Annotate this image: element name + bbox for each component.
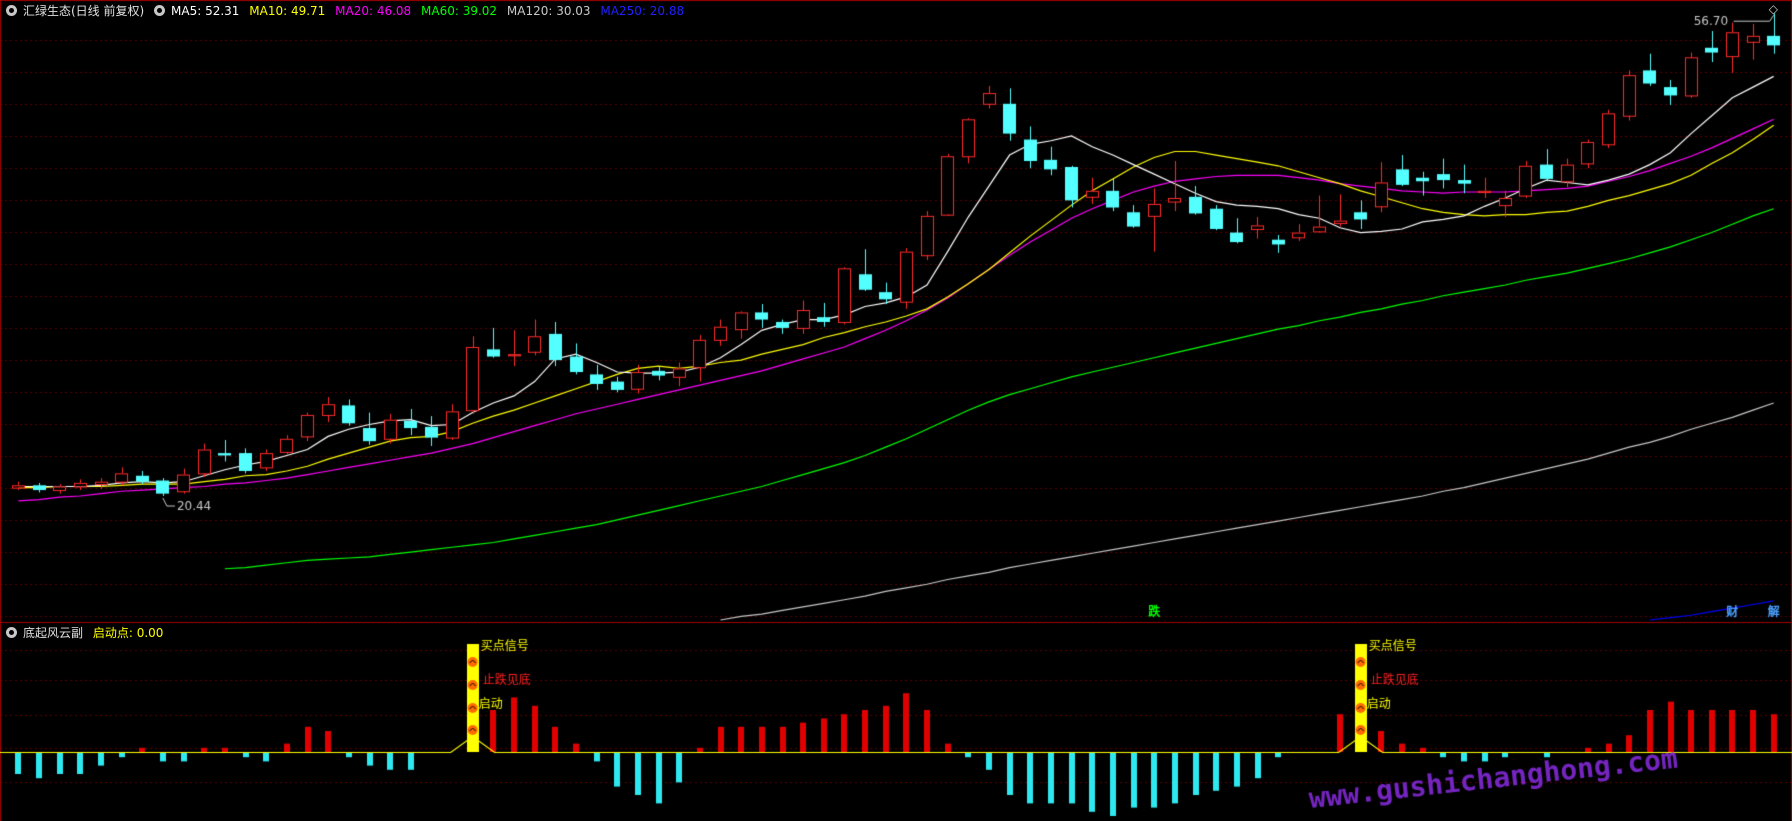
sub-chart-legend: 底起风云副 启动点: 0.00 (6, 626, 169, 640)
settings-gear-icon[interactable] (6, 5, 17, 16)
indicator-title: 底起风云副 (23, 626, 84, 640)
ma5-label: MA5: 52.31 (171, 4, 240, 18)
stock-chart-canvas[interactable] (0, 0, 1792, 821)
indicator-value: 启动点: 0.00 (92, 626, 164, 640)
ma60-label: MA60: 39.02 (421, 4, 498, 18)
main-chart-legend: 汇绿生态(日线 前复权) MA5: 52.31 MA10: 49.71 MA20… (6, 4, 690, 18)
diamond-icon[interactable]: ◇ (1769, 2, 1778, 16)
ma120-label: MA120: 30.03 (506, 4, 591, 18)
indicator-gear-icon[interactable] (6, 627, 17, 638)
stock-title: 汇绿生态(日线 前复权) (23, 4, 145, 18)
ma250-label: MA250: 20.88 (600, 4, 685, 18)
ma20-label: MA20: 46.08 (335, 4, 412, 18)
ma-settings-gear-icon[interactable] (154, 5, 166, 16)
ma10-label: MA10: 49.71 (249, 4, 326, 18)
